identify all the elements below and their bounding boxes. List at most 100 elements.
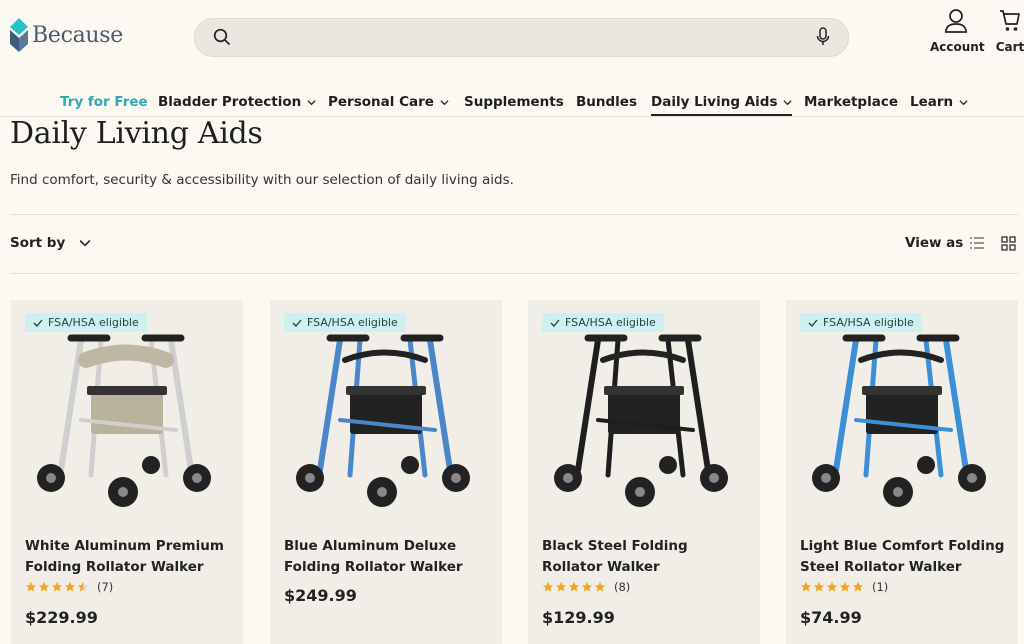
nav-item-label: Marketplace [804,94,898,110]
star-rating [542,581,606,593]
walker-illustration [317,334,453,478]
product-image-area[interactable]: FSA/HSA eligible [786,300,1018,528]
star-icon [25,581,37,592]
product-title[interactable]: Black Steel Folding Rollator Walker [542,536,752,578]
search-bar[interactable] [194,18,849,57]
page-title: Daily Living Aids [10,116,263,151]
fsa-hsa-badge: FSA/HSA eligible [542,313,664,332]
star-icon [852,581,864,592]
product-price: $229.99 [25,608,98,627]
nav-item-marketplace[interactable]: Marketplace [804,90,898,114]
product-card[interactable]: FSA/HSA eligible White Aluminum Premium … [11,300,243,644]
product-image[interactable] [528,300,760,528]
account-label: Account [930,40,985,54]
user-icon [945,9,967,33]
check-icon [808,319,818,327]
chevron-down-icon [783,99,793,105]
product-info: Blue Aluminum Deluxe Folding Rollator Wa… [270,528,502,644]
star-icon [839,581,851,592]
product-rating: (8) [542,580,630,594]
nav-item-learn[interactable]: Learn [910,90,968,114]
nav-item-label: Bundles [576,94,637,110]
logo-text: Because [32,22,124,48]
site-header: Because Account Cart [0,0,1024,80]
account-link[interactable]: Account [930,8,985,54]
badge-label: FSA/HSA eligible [823,316,914,329]
nav-item-daily-living-aids[interactable]: Daily Living Aids [651,90,793,116]
product-rating: (7) [25,580,113,594]
walker-illustration [575,334,711,478]
star-rating [25,581,89,593]
logo[interactable]: Because [10,18,123,52]
review-count: (1) [872,580,889,594]
fsa-hsa-badge: FSA/HSA eligible [25,313,147,332]
nav-item-try-for-free[interactable]: Try for Free [60,90,148,114]
walker-illustration [58,334,194,478]
star-icon [594,581,606,592]
product-rating: (1) [800,580,888,594]
star-icon [581,581,593,592]
product-info: White Aluminum Premium Folding Rollator … [11,528,243,644]
microphone-icon[interactable] [816,27,830,47]
product-price: $74.99 [800,608,862,627]
chevron-down-icon [959,99,968,105]
product-price: $249.99 [284,586,357,605]
nav-item-label: Learn [910,94,954,110]
cart-link[interactable]: Cart [994,8,1024,54]
star-icon [51,581,63,592]
nav-item-label: Daily Living Aids [651,94,778,110]
star-rating [800,581,864,593]
chevron-down-icon [79,240,91,247]
star-icon [826,581,838,592]
product-card[interactable]: FSA/HSA eligible Black Steel Folding Rol… [528,300,760,644]
sort-label: Sort by [10,235,66,251]
cart-icon [1000,10,1020,31]
product-image-area[interactable]: FSA/HSA eligible [270,300,502,528]
product-title[interactable]: Blue Aluminum Deluxe Folding Rollator Wa… [284,536,494,578]
nav-item-label: Supplements [464,94,564,110]
nav-item-bladder-protection[interactable]: Bladder Protection [158,90,316,114]
product-image[interactable] [270,300,502,528]
product-title[interactable]: Light Blue Comfort Folding Steel Rollato… [800,536,1010,578]
product-image[interactable] [786,300,1018,528]
product-card[interactable]: FSA/HSA eligible Light Blue Comfort Fold… [786,300,1018,644]
check-icon [292,319,302,327]
search-input[interactable] [243,25,767,51]
product-info: Black Steel Folding Rollator Walker (8) … [528,528,760,644]
star-icon [38,581,50,592]
product-info: Light Blue Comfort Folding Steel Rollato… [786,528,1018,644]
star-icon [813,581,825,592]
chevron-down-icon [440,99,449,105]
divider [10,273,1018,274]
badge-label: FSA/HSA eligible [307,316,398,329]
nav-item-label: Try for Free [60,94,148,110]
fsa-hsa-badge: FSA/HSA eligible [284,313,406,332]
product-card[interactable]: FSA/HSA eligible Blue Aluminum Deluxe Fo… [270,300,502,644]
star-icon [77,581,89,592]
star-icon [568,581,580,592]
product-image[interactable] [11,300,243,528]
nav-item-personal-care[interactable]: Personal Care [328,90,449,114]
nav-item-supplements[interactable]: Supplements [464,90,564,114]
page-description: Find comfort, security & accessibility w… [10,172,514,188]
sort-dropdown[interactable]: Sort by [10,235,91,251]
check-icon [33,319,43,327]
cart-label: Cart [995,40,1024,54]
star-icon [800,581,812,592]
product-image-area[interactable]: FSA/HSA eligible [11,300,243,528]
product-title[interactable]: White Aluminum Premium Folding Rollator … [25,536,235,578]
view-as-label: View as [905,235,964,251]
chevron-down-icon [307,99,316,105]
review-count: (8) [614,580,631,594]
search-icon[interactable] [213,28,231,46]
check-icon [550,319,560,327]
walker-illustration [833,334,969,478]
product-image-area[interactable]: FSA/HSA eligible [528,300,760,528]
fsa-hsa-badge: FSA/HSA eligible [800,313,922,332]
list-view-icon[interactable] [969,236,985,250]
nav-item-bundles[interactable]: Bundles [576,90,637,114]
badge-label: FSA/HSA eligible [48,316,139,329]
star-icon [555,581,567,592]
grid-view-icon[interactable] [1001,236,1016,251]
logo-mark-icon [10,18,28,52]
